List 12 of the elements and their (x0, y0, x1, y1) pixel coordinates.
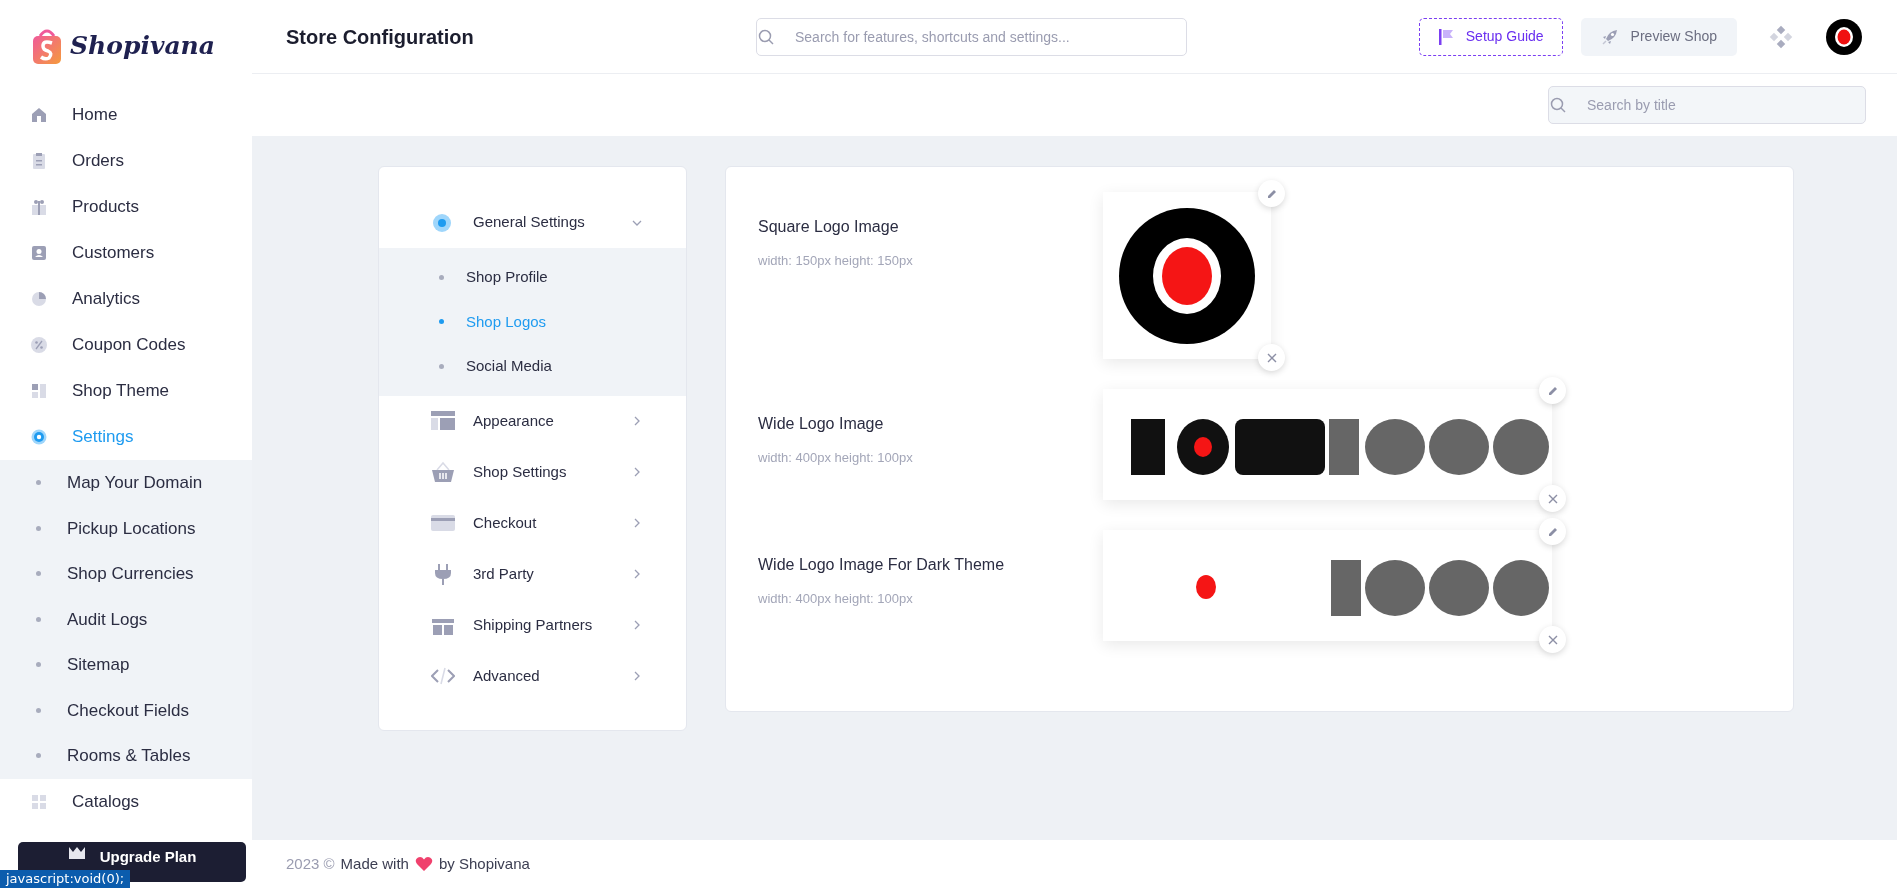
size-hint: width: 150px height: 150px (758, 252, 914, 270)
size-hint: width: 400px height: 100px (758, 449, 914, 467)
footer-text: by Shopivana (438, 853, 530, 874)
brand-name: Shopivana (70, 30, 215, 63)
link-tooltip: javascript:void(0); (0, 870, 131, 888)
field-label: Square Logo Image (758, 217, 900, 237)
field-label: Wide Logo Image For Dark Theme (758, 555, 1006, 575)
field-label: Wide Logo Image (758, 414, 885, 434)
page-title: Store Configuration (286, 24, 475, 50)
footer-text: Made with (340, 853, 409, 874)
size-hint: width: 400px height: 100px (758, 590, 914, 608)
copyright-text: 2023 © (286, 853, 335, 874)
